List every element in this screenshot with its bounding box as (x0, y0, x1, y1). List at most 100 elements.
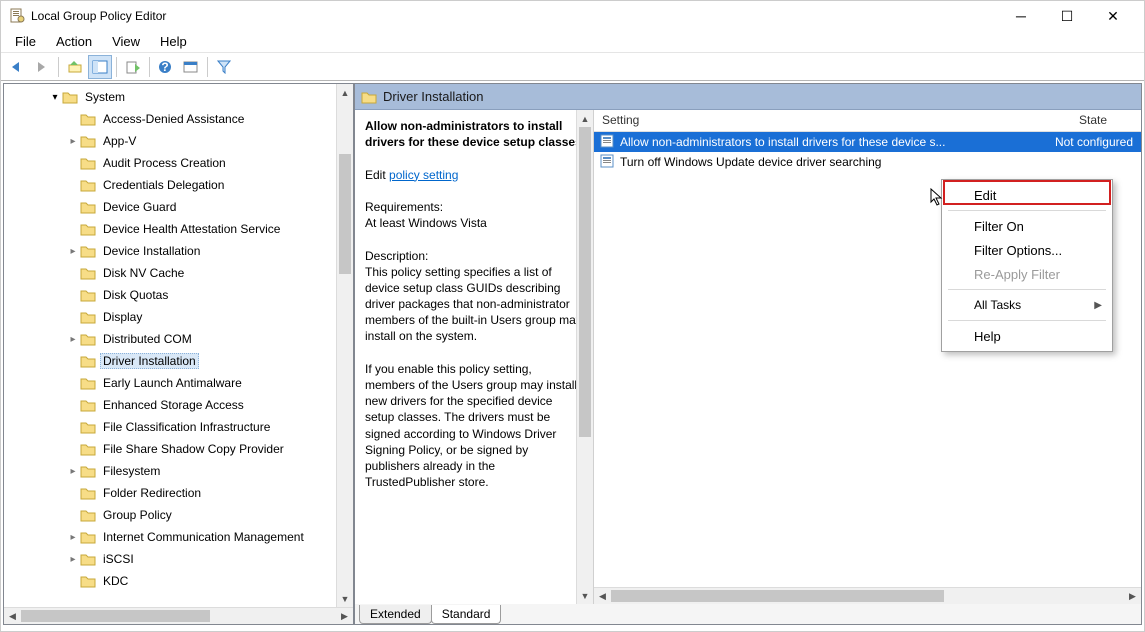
chevron-right-icon[interactable]: ▸ (66, 246, 80, 257)
submenu-arrow-icon: ▶ (1094, 300, 1102, 311)
tree-node[interactable]: Early Launch Antimalware (100, 376, 245, 390)
tree-node[interactable]: Device Installation (100, 244, 203, 258)
tree-node[interactable]: Access-Denied Assistance (100, 112, 247, 126)
edit-policy-link[interactable]: policy setting (389, 168, 458, 182)
chevron-right-icon[interactable]: ▸ (66, 334, 80, 345)
folder-icon (80, 508, 96, 522)
chevron-right-icon[interactable]: ▸ (66, 554, 80, 565)
filter-button[interactable] (212, 55, 236, 79)
list-hscrollbar[interactable]: ◀▶ (594, 587, 1141, 604)
tree-node[interactable]: Display (100, 310, 145, 324)
toolbar: ? (1, 53, 1144, 81)
col-state[interactable]: State (1071, 110, 1141, 131)
cursor-icon (930, 188, 948, 206)
menu-help[interactable]: Help (150, 32, 197, 51)
help-button[interactable]: ? (154, 55, 178, 79)
tree-node[interactable]: Filesystem (100, 464, 163, 478)
policy-row[interactable]: Turn off Windows Update device driver se… (594, 152, 1141, 172)
chevron-down-icon[interactable]: ▾ (48, 92, 62, 103)
ctx-separator (948, 210, 1106, 211)
maximize-button[interactable]: ☐ (1044, 1, 1090, 31)
tree-node[interactable]: File Classification Infrastructure (100, 420, 273, 434)
chevron-right-icon[interactable]: ▸ (66, 532, 80, 543)
export-list-button[interactable] (121, 55, 145, 79)
tree-node[interactable]: Driver Installation (100, 353, 199, 369)
app-icon (9, 8, 25, 24)
tree-node[interactable]: Folder Redirection (100, 486, 204, 500)
tree-node[interactable]: Group Policy (100, 508, 175, 522)
menubar: File Action View Help (1, 31, 1144, 53)
tree-node[interactable]: Audit Process Creation (100, 156, 229, 170)
titlebar: Local Group Policy Editor ─ ☐ ✕ (1, 1, 1144, 31)
menu-action[interactable]: Action (46, 32, 102, 51)
tree-node[interactable]: App-V (100, 134, 139, 148)
requirements-label: Requirements: (365, 200, 443, 214)
tree-node[interactable]: Internet Communication Management (100, 530, 307, 544)
tree-node-system[interactable]: System (82, 90, 128, 104)
show-hide-tree-button[interactable] (88, 55, 112, 79)
folder-icon (80, 332, 96, 346)
policy-tree[interactable]: ▾ System Access-Denied Assistance ▸ App-V Aud… (4, 84, 353, 607)
highlight-box (943, 180, 1111, 205)
menu-view[interactable]: View (102, 32, 150, 51)
ctx-reapply-filter: Re-Apply Filter (944, 262, 1110, 286)
folder-icon (80, 486, 96, 500)
tree-node[interactable]: Enhanced Storage Access (100, 398, 247, 412)
back-button[interactable] (5, 55, 29, 79)
folder-icon (361, 90, 377, 104)
ctx-filter-options[interactable]: Filter Options... (944, 238, 1110, 262)
list-header: Setting State (594, 110, 1141, 132)
tree-node[interactable]: Distributed COM (100, 332, 195, 346)
ctx-help[interactable]: Help (944, 324, 1110, 348)
folder-icon (80, 530, 96, 544)
svg-text:?: ? (161, 60, 168, 74)
ctx-separator (948, 289, 1106, 290)
desc-vscrollbar[interactable]: ▲ ▼ (576, 110, 593, 604)
edit-label: Edit (365, 168, 389, 182)
tree-pane: ▾ System Access-Denied Assistance ▸ App-V Aud… (3, 83, 354, 625)
policy-row[interactable]: Allow non-administrators to install driv… (594, 132, 1141, 152)
ctx-all-tasks[interactable]: All Tasks▶ (944, 293, 1110, 317)
toolbar-separator (207, 57, 208, 77)
folder-icon (80, 464, 96, 478)
folder-icon (80, 156, 96, 170)
forward-button[interactable] (30, 55, 54, 79)
folder-icon (80, 354, 96, 368)
folder-icon (80, 552, 96, 566)
policy-label: Allow non-administrators to install driv… (620, 135, 945, 149)
tab-extended[interactable]: Extended (359, 605, 432, 624)
tree-node[interactable]: Disk NV Cache (100, 266, 187, 280)
chevron-right-icon[interactable]: ▸ (66, 466, 80, 477)
tree-node[interactable]: Device Guard (100, 200, 179, 214)
policy-icon (600, 134, 616, 150)
col-setting[interactable]: Setting (594, 110, 1071, 131)
minimize-button[interactable]: ─ (998, 1, 1044, 31)
folder-icon (80, 244, 96, 258)
window-title: Local Group Policy Editor (31, 9, 166, 23)
tree-node[interactable]: iSCSI (100, 552, 137, 566)
tree-hscrollbar[interactable]: ◀▶ (4, 607, 353, 624)
description-p1: This policy setting specifies a list of … (365, 265, 582, 344)
folder-icon (80, 420, 96, 434)
tree-node[interactable]: File Share Shadow Copy Provider (100, 442, 287, 456)
menu-file[interactable]: File (5, 32, 46, 51)
folder-icon (80, 134, 96, 148)
tree-vscrollbar[interactable]: ▲ ▼ (336, 84, 353, 607)
tab-standard[interactable]: Standard (431, 605, 502, 624)
up-button[interactable] (63, 55, 87, 79)
description-pane: Allow non-administrators to install driv… (355, 110, 594, 604)
policy-label: Turn off Windows Update device driver se… (620, 155, 881, 169)
close-button[interactable]: ✕ (1090, 1, 1136, 31)
content-header: Driver Installation (355, 84, 1141, 110)
folder-icon (80, 288, 96, 302)
chevron-right-icon[interactable]: ▸ (66, 136, 80, 147)
tree-node[interactable]: Disk Quotas (100, 288, 171, 302)
properties-button[interactable] (179, 55, 203, 79)
folder-icon (62, 90, 78, 104)
tree-node[interactable]: KDC (100, 574, 131, 588)
tree-node[interactable]: Device Health Attestation Service (100, 222, 283, 236)
folder-icon (80, 112, 96, 126)
ctx-filter-on[interactable]: Filter On (944, 214, 1110, 238)
description-p2: If you enable this policy setting, membe… (365, 362, 577, 489)
tree-node[interactable]: Credentials Delegation (100, 178, 227, 192)
